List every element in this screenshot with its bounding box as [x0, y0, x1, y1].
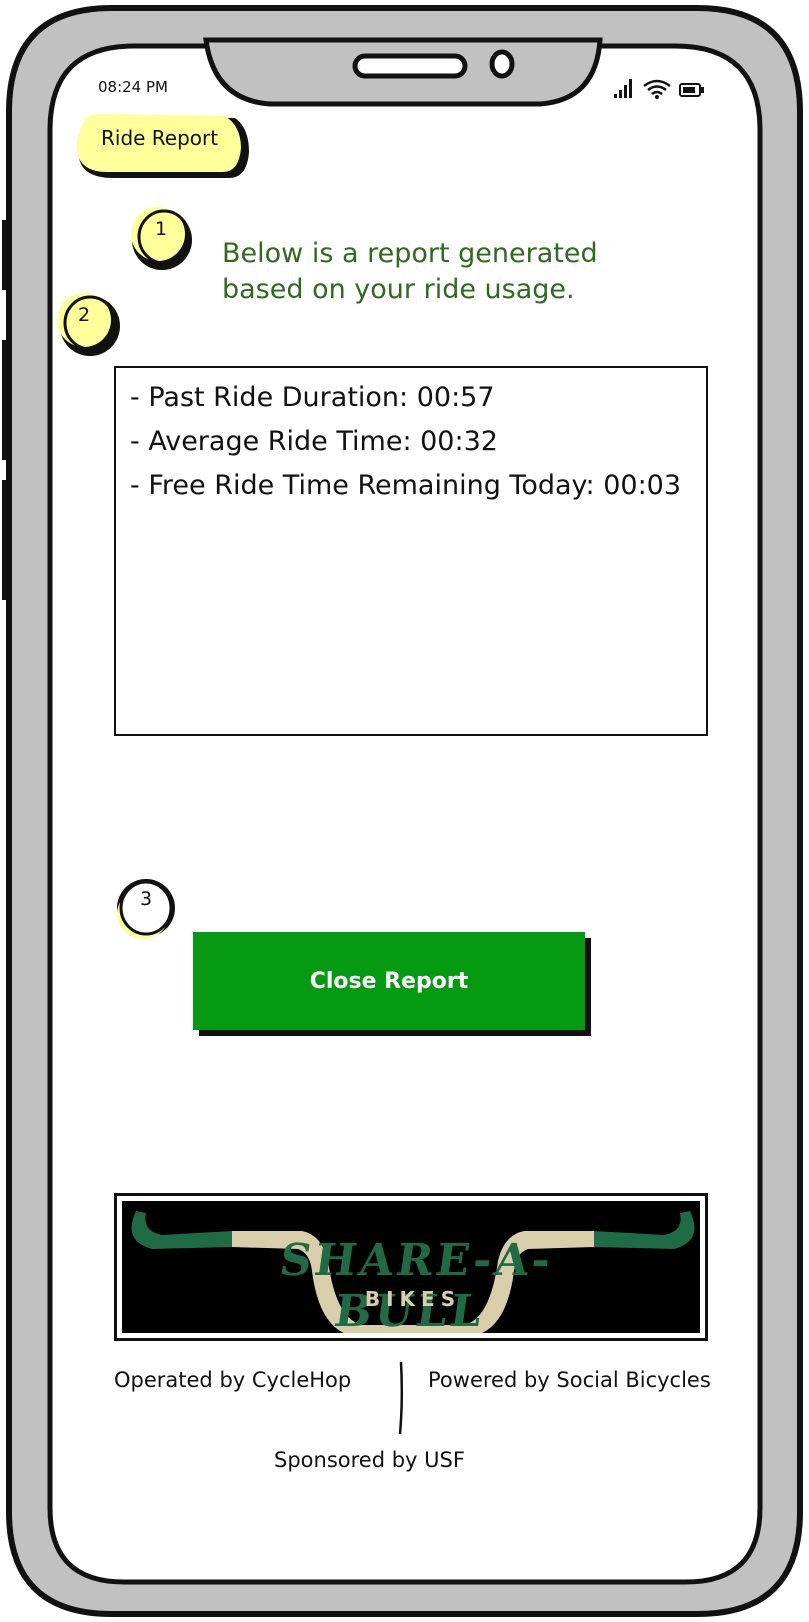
page-title-tag: Ride Report [73, 114, 251, 182]
wifi-icon [643, 79, 671, 99]
callout-1-number: 1 [155, 218, 168, 240]
callout-3: 3 [110, 874, 180, 944]
battery-icon [679, 83, 704, 97]
signal-icon [614, 79, 632, 98]
callout-1: 1 [128, 204, 198, 274]
report-item-past-ride-duration: - Past Ride Duration: 00:57 [130, 382, 495, 413]
report-item-average-ride-time: - Average Ride Time: 00:32 [130, 426, 498, 457]
brand-name: SHARE-A-BULL [276, 1235, 557, 1333]
close-report-button[interactable]: Close Report [193, 932, 585, 1030]
brand-sub: BIKES [364, 1287, 462, 1311]
footer-divider [398, 1361, 404, 1435]
page-title: Ride Report [101, 126, 219, 150]
callout-2-number: 2 [78, 304, 91, 326]
operated-by-text: Operated by CycleHop [114, 1368, 352, 1392]
banner-logo: SHARE-A-BULL BIKES [122, 1201, 700, 1333]
callout-2: 2 [52, 290, 122, 360]
report-item-free-ride-time-remaining: - Free Ride Time Remaining Today: 00:03 [130, 470, 682, 501]
report-intro-text: Below is a report generated based on you… [222, 238, 598, 305]
sponsored-by-text: Sponsored by USF [274, 1448, 465, 1472]
status-icons [614, 79, 704, 99]
share-a-bull-banner: SHARE-A-BULL BIKES [114, 1193, 708, 1341]
report-list: - Past Ride Duration: 00:57 - Average Ri… [116, 368, 706, 508]
powered-by-text: Powered by Social Bicycles [428, 1368, 711, 1392]
callout-3-number: 3 [140, 888, 153, 910]
status-time: 08:24 PM [98, 78, 168, 96]
report-panel: - Past Ride Duration: 00:57 - Average Ri… [114, 366, 708, 736]
